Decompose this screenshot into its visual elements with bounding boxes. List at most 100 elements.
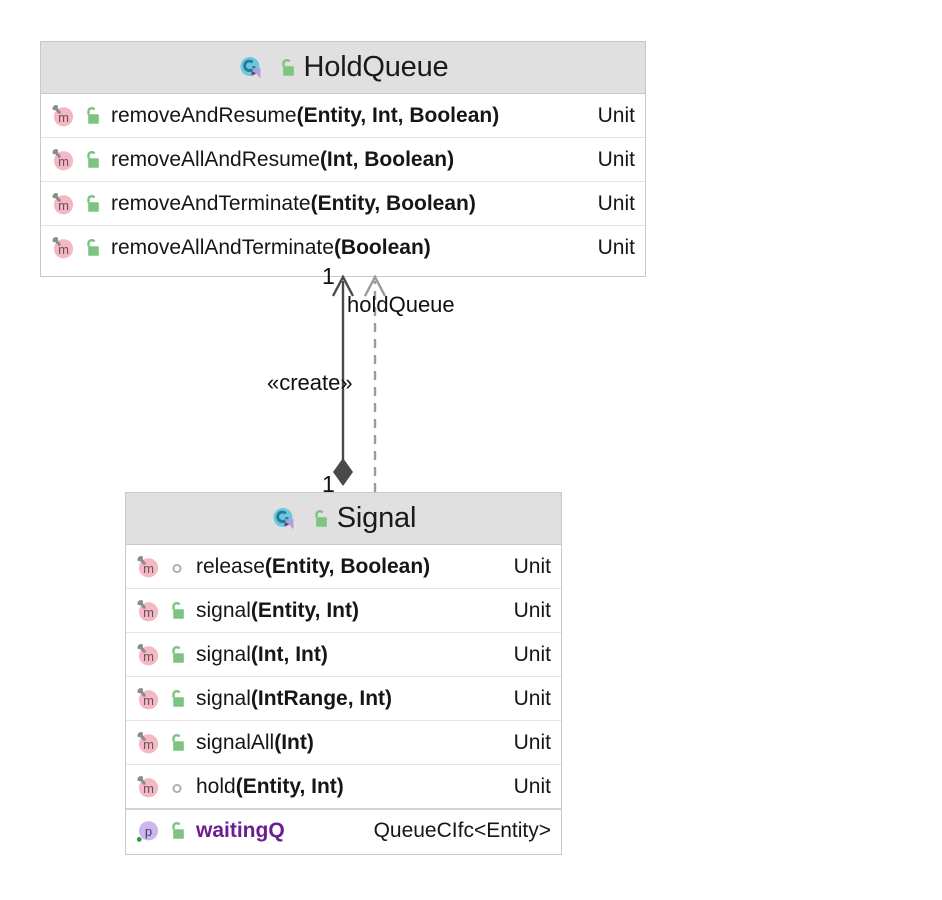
unlocked-padlock-icon xyxy=(310,508,330,530)
member-name: release xyxy=(196,554,265,578)
member-signature: waitingQ xyxy=(196,819,364,843)
member-icons: m xyxy=(135,730,187,756)
class-icon xyxy=(271,506,297,532)
method-icon: m xyxy=(135,730,161,756)
table-row[interactable]: m removeAndResume(Entity, Int, Boolean) … xyxy=(41,94,645,138)
property-icon: p xyxy=(135,818,161,844)
member-list-holdqueue: m removeAndResume(Entity, Int, Boolean) … xyxy=(41,94,645,270)
unlocked-padlock-icon xyxy=(82,237,102,259)
member-return-type: Unit xyxy=(597,147,635,171)
svg-text:m: m xyxy=(143,737,154,752)
member-icons: m xyxy=(50,191,102,217)
member-return-type: Unit xyxy=(597,103,635,127)
table-row[interactable]: m signal(IntRange, Int) Unit xyxy=(126,677,561,721)
property-type: QueueCIfc<Entity> xyxy=(373,819,551,842)
member-return-type: Unit xyxy=(513,774,551,798)
class-icon xyxy=(238,55,264,81)
unlocked-padlock-icon xyxy=(82,193,102,215)
method-icon: m xyxy=(50,103,76,129)
svg-text:m: m xyxy=(58,110,69,125)
member-params: (Entity, Int) xyxy=(250,598,359,622)
member-params: (Entity, Int) xyxy=(235,774,344,798)
member-icons: m xyxy=(50,147,102,173)
member-signature: signalAll(Int) xyxy=(196,731,504,755)
member-signature: signal(IntRange, Int) xyxy=(196,687,504,711)
table-row[interactable]: p waitingQ QueueCIfc<Entity> xyxy=(126,808,561,852)
member-icons: m xyxy=(135,642,187,668)
member-return-type: Unit xyxy=(513,554,551,578)
unlocked-padlock-icon xyxy=(167,732,187,754)
member-params: (IntRange, Int) xyxy=(250,686,393,710)
table-row[interactable]: m hold(Entity, Int) Unit xyxy=(126,765,561,809)
method-icon: m xyxy=(135,554,161,580)
unlocked-padlock-icon xyxy=(167,688,187,710)
table-row[interactable]: m removeAndTerminate(Entity, Boolean) Un… xyxy=(41,182,645,226)
member-params: (Entity, Boolean) xyxy=(310,191,476,215)
method-icon: m xyxy=(135,774,161,800)
member-name: signal xyxy=(196,598,251,622)
unlocked-padlock-icon xyxy=(167,600,187,622)
member-return-type: Unit xyxy=(513,598,551,622)
member-signature: hold(Entity, Int) xyxy=(196,775,504,799)
member-signature: signal(Int, Int) xyxy=(196,643,504,667)
member-name: removeAndTerminate xyxy=(111,191,311,215)
property-name: waitingQ xyxy=(196,819,285,842)
member-params: (Entity, Int, Boolean) xyxy=(296,103,500,127)
svg-text:m: m xyxy=(143,605,154,620)
relationship-label-create: «create» xyxy=(267,370,353,395)
table-row[interactable]: m removeAllAndResume(Int, Boolean) Unit xyxy=(41,138,645,182)
member-return-type: Unit xyxy=(597,191,635,215)
svg-text:m: m xyxy=(58,154,69,169)
svg-text:m: m xyxy=(58,242,69,257)
multiplicity-source: 1 xyxy=(322,471,335,497)
unlocked-padlock-icon xyxy=(167,820,187,842)
method-icon: m xyxy=(135,686,161,712)
unlocked-padlock-icon xyxy=(277,57,297,79)
member-name: removeAndResume xyxy=(111,103,297,127)
member-signature: removeAndResume(Entity, Int, Boolean) xyxy=(111,104,588,128)
unlocked-padlock-icon xyxy=(82,105,102,127)
member-params: (Int, Boolean) xyxy=(319,147,455,171)
svg-text:m: m xyxy=(143,561,154,576)
svg-text:m: m xyxy=(143,781,154,796)
member-name: signal xyxy=(196,642,251,666)
method-icon: m xyxy=(50,147,76,173)
member-name: removeAllAndResume xyxy=(111,147,320,171)
method-icon: m xyxy=(135,598,161,624)
unlocked-padlock-icon xyxy=(167,644,187,666)
member-params: (Int) xyxy=(274,730,314,754)
member-return-type: Unit xyxy=(597,236,635,259)
member-params: (Int, Int) xyxy=(250,642,328,666)
svg-text:m: m xyxy=(58,198,69,213)
member-return-type: Unit xyxy=(513,642,551,666)
svg-text:m: m xyxy=(143,649,154,664)
member-icons: m xyxy=(135,686,187,712)
class-name-signal: Signal xyxy=(336,502,417,534)
class-name-holdqueue: HoldQueue xyxy=(303,51,449,83)
svg-text:m: m xyxy=(143,693,154,708)
member-icons: m xyxy=(135,554,187,580)
member-params: (Boolean) xyxy=(333,236,431,259)
member-return-type: Unit xyxy=(513,686,551,710)
class-box-holdqueue[interactable]: HoldQueue m removeAndResume(Entity, Int,… xyxy=(40,41,646,277)
table-row[interactable]: m signalAll(Int) Unit xyxy=(126,721,561,765)
svg-text:p: p xyxy=(145,824,152,839)
table-row[interactable]: m signal(Entity, Int) Unit xyxy=(126,589,561,633)
member-signature: release(Entity, Boolean) xyxy=(196,555,504,579)
member-signature: signal(Entity, Int) xyxy=(196,599,504,623)
member-signature: removeAllAndResume(Int, Boolean) xyxy=(111,148,588,172)
multiplicity-target: 1 xyxy=(322,263,335,289)
table-row[interactable]: m signal(Int, Int) Unit xyxy=(126,633,561,677)
table-row[interactable]: m release(Entity, Boolean) Unit xyxy=(126,545,561,589)
unlocked-padlock-icon xyxy=(82,149,102,171)
class-header-holdqueue: HoldQueue xyxy=(41,42,645,94)
member-icons: p xyxy=(135,818,187,844)
method-icon: m xyxy=(135,642,161,668)
protected-circle-icon xyxy=(167,776,187,798)
member-icons: m xyxy=(135,598,187,624)
member-name: signalAll xyxy=(196,730,275,754)
class-header-signal: Signal xyxy=(126,493,561,545)
class-box-signal[interactable]: Signal m release(Entity, Boolean) Unit m… xyxy=(125,492,562,855)
table-row[interactable]: m removeAllAndTerminate(Boolean) Unit xyxy=(41,226,645,270)
member-signature: removeAllAndTerminate(Boolean) xyxy=(111,236,588,260)
